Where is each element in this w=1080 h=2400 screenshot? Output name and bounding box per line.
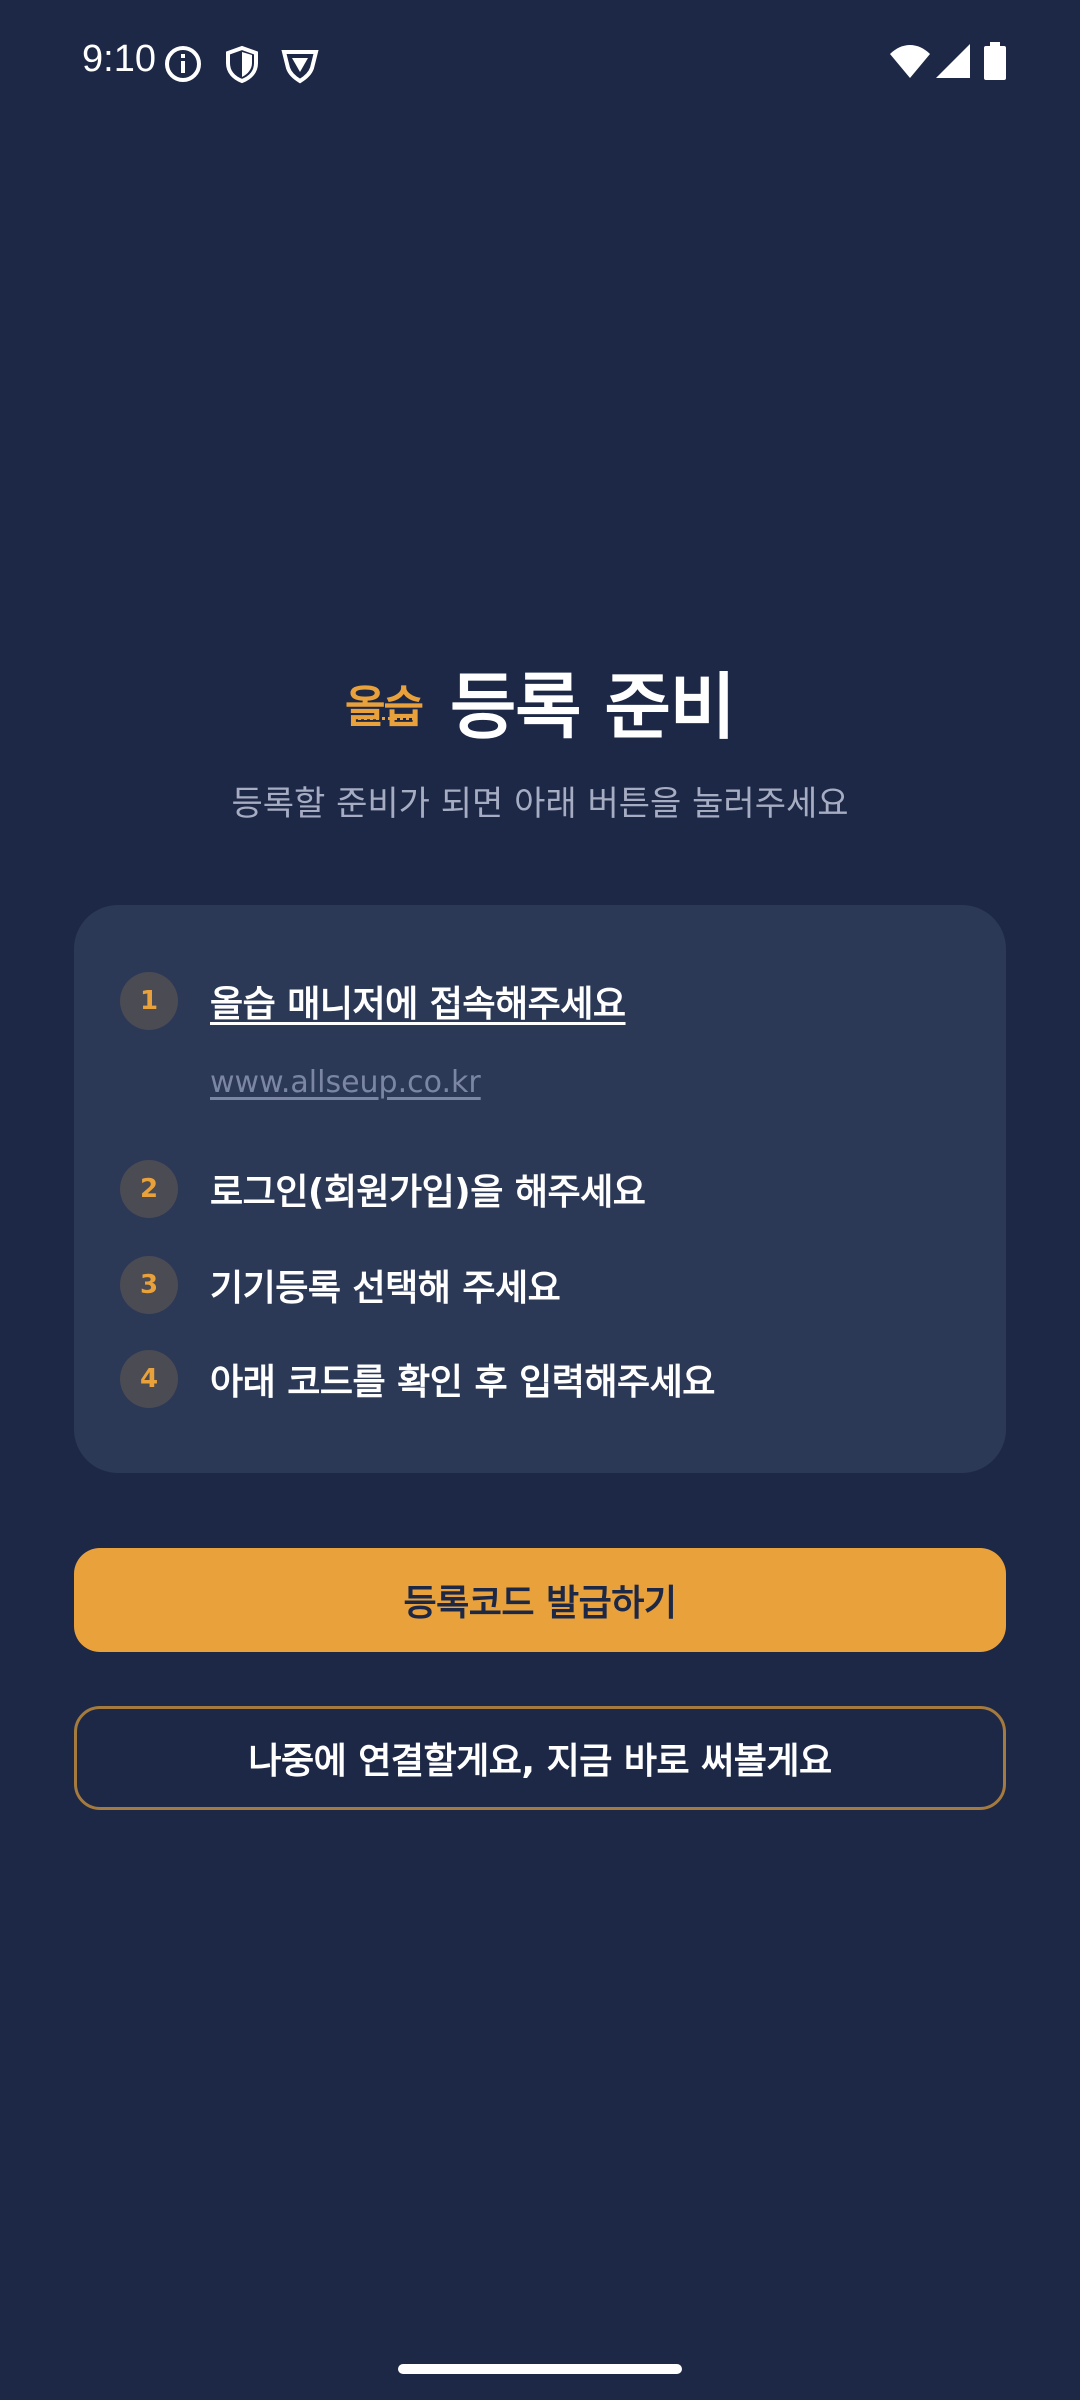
wifi-icon: [890, 45, 930, 78]
step-text: 기기등록 선택해 주세요: [210, 1268, 561, 1309]
home-indicator[interactable]: [398, 2364, 682, 2374]
step-number: 4: [120, 1350, 178, 1408]
step-number: 2: [120, 1160, 178, 1218]
status-bar: 9:10: [0, 0, 1080, 128]
allseup-url-link[interactable]: www.allseup.co.kr: [210, 1065, 481, 1100]
step-text: 아래 코드를 확인 후 입력해주세요: [210, 1362, 715, 1403]
info-icon: [165, 46, 201, 82]
step-1: 1 올습 매니저에 접속해주세요: [120, 971, 626, 1031]
step-3: 3 기기등록 선택해 주세요: [120, 1255, 561, 1315]
shield-icon: [226, 45, 258, 84]
registration-ready-screen: 9:10 올습 등록 준비 등록할 준비가 되면 아래 버튼을 눌러주세요 1 …: [0, 0, 1080, 2400]
page-subtitle: 등록할 준비가 되면 아래 버튼을 눌러주세요: [231, 784, 849, 824]
step-2: 2 로그인(회원가입)을 해주세요: [120, 1159, 646, 1219]
connect-later-button[interactable]: 나중에 연결할게요, 지금 바로 써볼게요: [74, 1706, 1006, 1810]
step-number: 3: [120, 1256, 178, 1314]
vpn-shield-icon: [281, 50, 319, 84]
step-1-link[interactable]: 올습 매니저에 접속해주세요: [210, 975, 626, 1027]
step-number: 1: [120, 972, 178, 1030]
brand-logo-text: 올습: [345, 681, 424, 733]
title-row: 올습 등록 준비: [0, 650, 1080, 750]
step-4: 4 아래 코드를 확인 후 입력해주세요: [120, 1349, 715, 1409]
brand-logo: 올습: [345, 684, 424, 730]
battery-icon: [984, 42, 1006, 80]
steps-card: 1 올습 매니저에 접속해주세요 www.allseup.co.kr 2 로그인…: [74, 905, 1006, 1473]
status-time: 9:10: [82, 38, 156, 80]
cell-signal-icon: [936, 44, 970, 78]
step-text: 로그인(회원가입)을 해주세요: [210, 1172, 646, 1213]
issue-code-button[interactable]: 등록코드 발급하기: [74, 1548, 1006, 1652]
page-title: 등록 준비: [449, 664, 736, 749]
brand-logo-underline: [351, 716, 416, 720]
